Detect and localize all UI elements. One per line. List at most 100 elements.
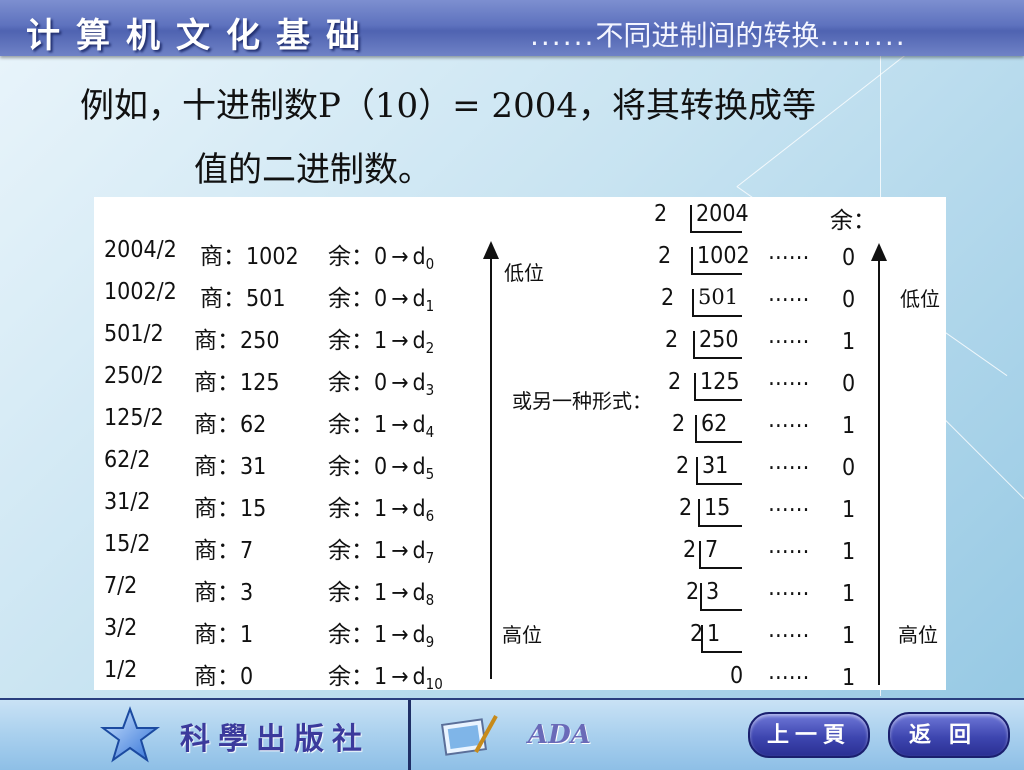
binary-digit-symbol: d [412,328,426,354]
division-expression: 15/2 [104,531,151,557]
up-arrow-icon [871,243,887,261]
binary-digit-symbol: d [412,370,426,396]
ada-logo: ADA [528,720,591,750]
remainder-expression: 余：0 → d1 [328,279,435,315]
quotient-value: 商：31 [194,454,267,480]
slide-footer: 科學出版社 ADA 上一頁 返回 [0,698,1024,770]
division-expression: 250/2 [104,363,164,389]
division-expression: 7/2 [104,573,138,599]
digit-index: 1 [425,297,435,315]
ellipsis-dots: …… [768,407,810,433]
binary-digit-symbol: d [412,496,426,522]
remainder-digit: 0 [842,455,856,481]
remainder-value: 余：0 [328,370,388,396]
example-description: 例如，十进制数P（10）= 2004，将其转换成等 值的二进制数。 [80,74,960,202]
ellipsis-dots: …… [768,323,810,349]
remainder-expression: 余：1 → d7 [328,531,434,567]
right-arrow-icon: → [391,244,409,270]
dividend-value: 125 [700,369,740,395]
division-expression: 62/2 [104,447,151,473]
remainder-digit: 1 [842,539,856,565]
right-arrow-icon: → [391,580,409,606]
quotient-value: 商：3 [194,580,254,606]
division-expression: 3/2 [104,615,138,641]
divisor-value: 2 [683,537,697,563]
remainder-expression: 余：1 → d10 [328,657,443,693]
quotient-value: 商：15 [194,496,267,522]
right-arrow-icon: → [391,622,409,648]
binary-digit-symbol: d [412,412,426,438]
alt-form-label: 或另一种形式： [512,389,652,413]
remainder-value: 余：1 [328,580,388,606]
ellipsis-dots: …… [768,533,810,559]
low-to-high-arrow-line [490,257,492,679]
conversion-panel: 低位 高位 或另一种形式： 低位 高位 余： 2004/2 商：1002 余：0 → d… [94,197,946,693]
ellipsis-dots: …… [768,617,810,643]
division-expression: 125/2 [104,405,164,431]
remainder-value: 余：1 [328,538,388,564]
right-arrow-line [878,259,880,685]
ellipsis-dots: …… [768,449,810,475]
digit-index: 4 [425,423,435,441]
digit-index: 2 [425,339,435,357]
remainder-value: 余：1 [328,664,388,690]
remainder-digit: 0 [842,287,856,313]
divisor-value: 2 [679,495,693,521]
up-arrow-icon [483,241,499,259]
course-title: 计算机文化基础 [26,16,376,56]
subtitle-dots-left: ...... [530,19,596,52]
remainder-value: 余：1 [328,622,388,648]
digit-index: 5 [425,465,435,483]
dividend-value: 250 [699,327,739,353]
background-decoration-line [945,420,1024,520]
binary-digit-symbol: d [412,286,426,312]
binary-digit-symbol: d [412,622,426,648]
footer-divider [408,700,411,770]
picture-pen-icon [440,715,498,756]
remainder-expression: 余：0 → d0 [328,237,435,273]
remainder-expression: 余：1 → d8 [328,573,434,609]
right-arrow-icon: → [391,664,409,690]
remainder-value: 余：1 [328,496,388,522]
binary-digit-symbol: d [412,538,426,564]
publisher-name: 科學出版社 [180,722,370,757]
quotient-value: 商：62 [194,412,267,438]
right-low-label: 低位 [900,287,940,311]
remainder-expression: 余：0 → d5 [328,447,435,483]
remainder-digit: 0 [842,245,856,271]
dividend-value: 501 [698,285,739,309]
divisor-value: 2 [676,453,690,479]
right-arrow-icon: → [391,286,409,312]
digit-index: 10 [425,675,443,693]
division-expression: 1002/2 [104,279,177,305]
remainder-digit: 1 [842,413,856,439]
right-arrow-icon: → [391,454,409,480]
intro-line-1: 例如，十进制数P（10）= 2004，将其转换成等 [80,86,816,126]
divisor-value: 2 [658,243,672,269]
left-high-label: 高位 [502,623,542,647]
remainder-digit: 1 [842,497,856,523]
remainder-expression: 余：1 → d9 [328,615,434,651]
divisor-value: 2 [654,201,668,227]
division-expression: 1/2 [104,657,138,683]
right-arrow-icon: → [391,538,409,564]
remainder-expression: 余：0 → d3 [328,363,434,399]
dividend-value: 31 [702,453,729,479]
right-arrow-icon: → [391,370,409,396]
left-low-label: 低位 [504,261,544,285]
dividend-value: 62 [701,411,728,437]
previous-page-button[interactable]: 上一頁 [748,712,870,758]
dividend-value: 15 [704,495,731,521]
ellipsis-dots: …… [768,491,810,517]
return-button[interactable]: 返回 [888,712,1010,758]
remainder-expression: 余：1 → d4 [328,405,435,441]
remainder-value: 余：1 [328,328,388,354]
remainder-value: 余：0 [328,244,388,270]
slide-header: 计算机文化基础 ......不同进制间的转换........ [0,0,1024,56]
remainder-digit: 1 [842,581,856,607]
quotient-value: 商：125 [194,370,280,396]
binary-digit-symbol: d [412,454,426,480]
digit-index: 0 [425,255,435,273]
right-arrow-icon: → [391,412,409,438]
dividend-value: 2004 [696,201,749,227]
